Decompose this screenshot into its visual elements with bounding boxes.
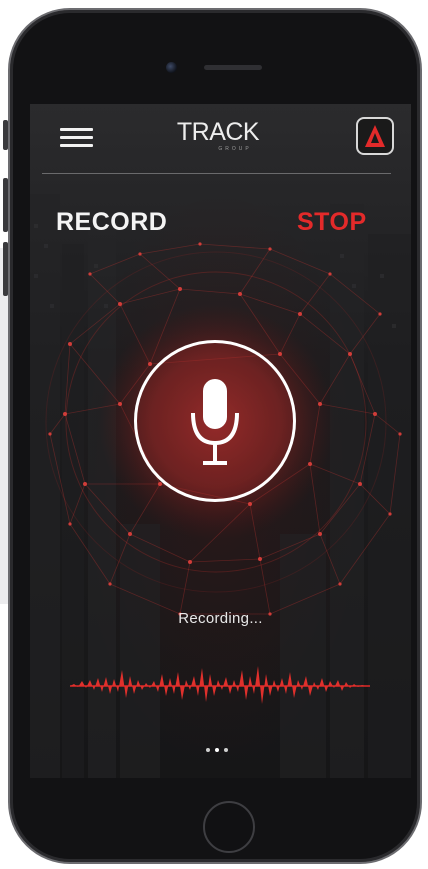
stop-button[interactable]: STOP: [297, 208, 367, 237]
home-button[interactable]: [203, 801, 255, 853]
red-triangle-logo-icon[interactable]: [356, 117, 394, 155]
logo-text: TRACK: [176, 118, 260, 146]
page-indicator: [206, 748, 246, 756]
volume-up-button: [3, 178, 8, 232]
record-button[interactable]: RECORD: [56, 208, 167, 237]
volume-down-button: [3, 242, 8, 296]
microphone-button[interactable]: [134, 340, 296, 502]
mute-switch: [3, 120, 8, 150]
hamburger-menu-icon[interactable]: [58, 126, 96, 150]
app-screen: TRACK GROUP RECORD STOP Recording...: [30, 104, 411, 778]
header-divider: [42, 173, 391, 174]
track-group-logo: TRACK GROUP: [168, 118, 268, 158]
page-dot[interactable]: [206, 748, 210, 752]
logo-subtext: GROUP: [218, 146, 252, 152]
page-dot[interactable]: [224, 748, 228, 752]
audio-waveform: [70, 666, 370, 704]
recording-status-text: Recording...: [178, 610, 263, 627]
earpiece-speaker: [204, 65, 262, 70]
front-camera: [166, 62, 177, 73]
screenshot-stage: TRACK GROUP RECORD STOP Recording...: [0, 0, 428, 869]
microphone-icon: [191, 379, 239, 465]
page-dot-active[interactable]: [215, 748, 219, 752]
top-bar: TRACK GROUP: [30, 104, 411, 170]
